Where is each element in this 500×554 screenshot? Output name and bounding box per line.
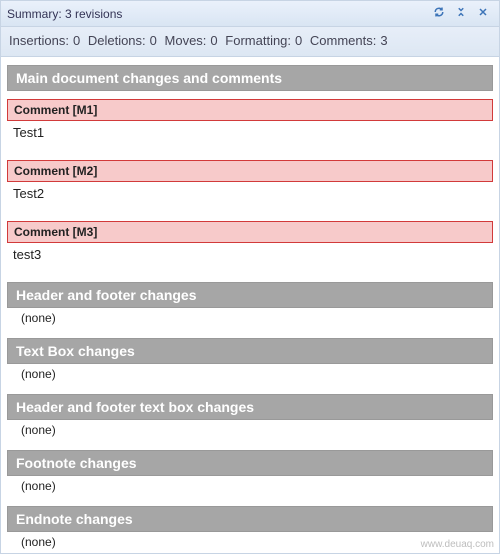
- moves-value: 0: [210, 33, 217, 48]
- comment-body: Test1: [7, 121, 493, 150]
- revisions-summary-panel: Summary: 3 revisions: [0, 0, 500, 554]
- stats-bar: Insertions:0 Deletions:0 Moves:0 Formatt…: [1, 27, 499, 57]
- expand-button[interactable]: [451, 5, 471, 23]
- titlebar: Summary: 3 revisions: [1, 1, 499, 27]
- formatting-label: Formatting:: [225, 33, 291, 48]
- comment-body: test3: [7, 243, 493, 272]
- comment-header[interactable]: Comment [M3]: [7, 221, 493, 243]
- panel-title: Summary: 3 revisions: [7, 7, 427, 21]
- section-main-changes: Main document changes and comments: [7, 65, 493, 91]
- comment-header[interactable]: Comment [M1]: [7, 99, 493, 121]
- deletions-value: 0: [150, 33, 157, 48]
- content: Main document changes and comments Comme…: [1, 57, 499, 553]
- comments-value: 3: [380, 33, 387, 48]
- section-textbox: Text Box changes: [7, 338, 493, 364]
- section-header-footer: Header and footer changes: [7, 282, 493, 308]
- none-label: (none): [7, 364, 493, 384]
- formatting-value: 0: [295, 33, 302, 48]
- comments-label: Comments:: [310, 33, 376, 48]
- comment-body: Test2: [7, 182, 493, 211]
- section-endnote: Endnote changes: [7, 506, 493, 532]
- deletions-label: Deletions:: [88, 33, 146, 48]
- comment-header[interactable]: Comment [M2]: [7, 160, 493, 182]
- none-label: (none): [7, 308, 493, 328]
- none-label: (none): [7, 476, 493, 496]
- close-button[interactable]: [473, 5, 493, 23]
- section-footnote: Footnote changes: [7, 450, 493, 476]
- insertions-label: Insertions:: [9, 33, 69, 48]
- close-icon: [477, 6, 489, 21]
- refresh-icon: [433, 6, 445, 21]
- moves-label: Moves:: [165, 33, 207, 48]
- none-label: (none): [7, 420, 493, 440]
- chevron-double-icon: [455, 6, 467, 21]
- section-hf-textbox: Header and footer text box changes: [7, 394, 493, 420]
- content-scroll[interactable]: Main document changes and comments Comme…: [1, 57, 499, 553]
- insertions-value: 0: [73, 33, 80, 48]
- refresh-button[interactable]: [429, 5, 449, 23]
- none-label: (none): [7, 532, 493, 552]
